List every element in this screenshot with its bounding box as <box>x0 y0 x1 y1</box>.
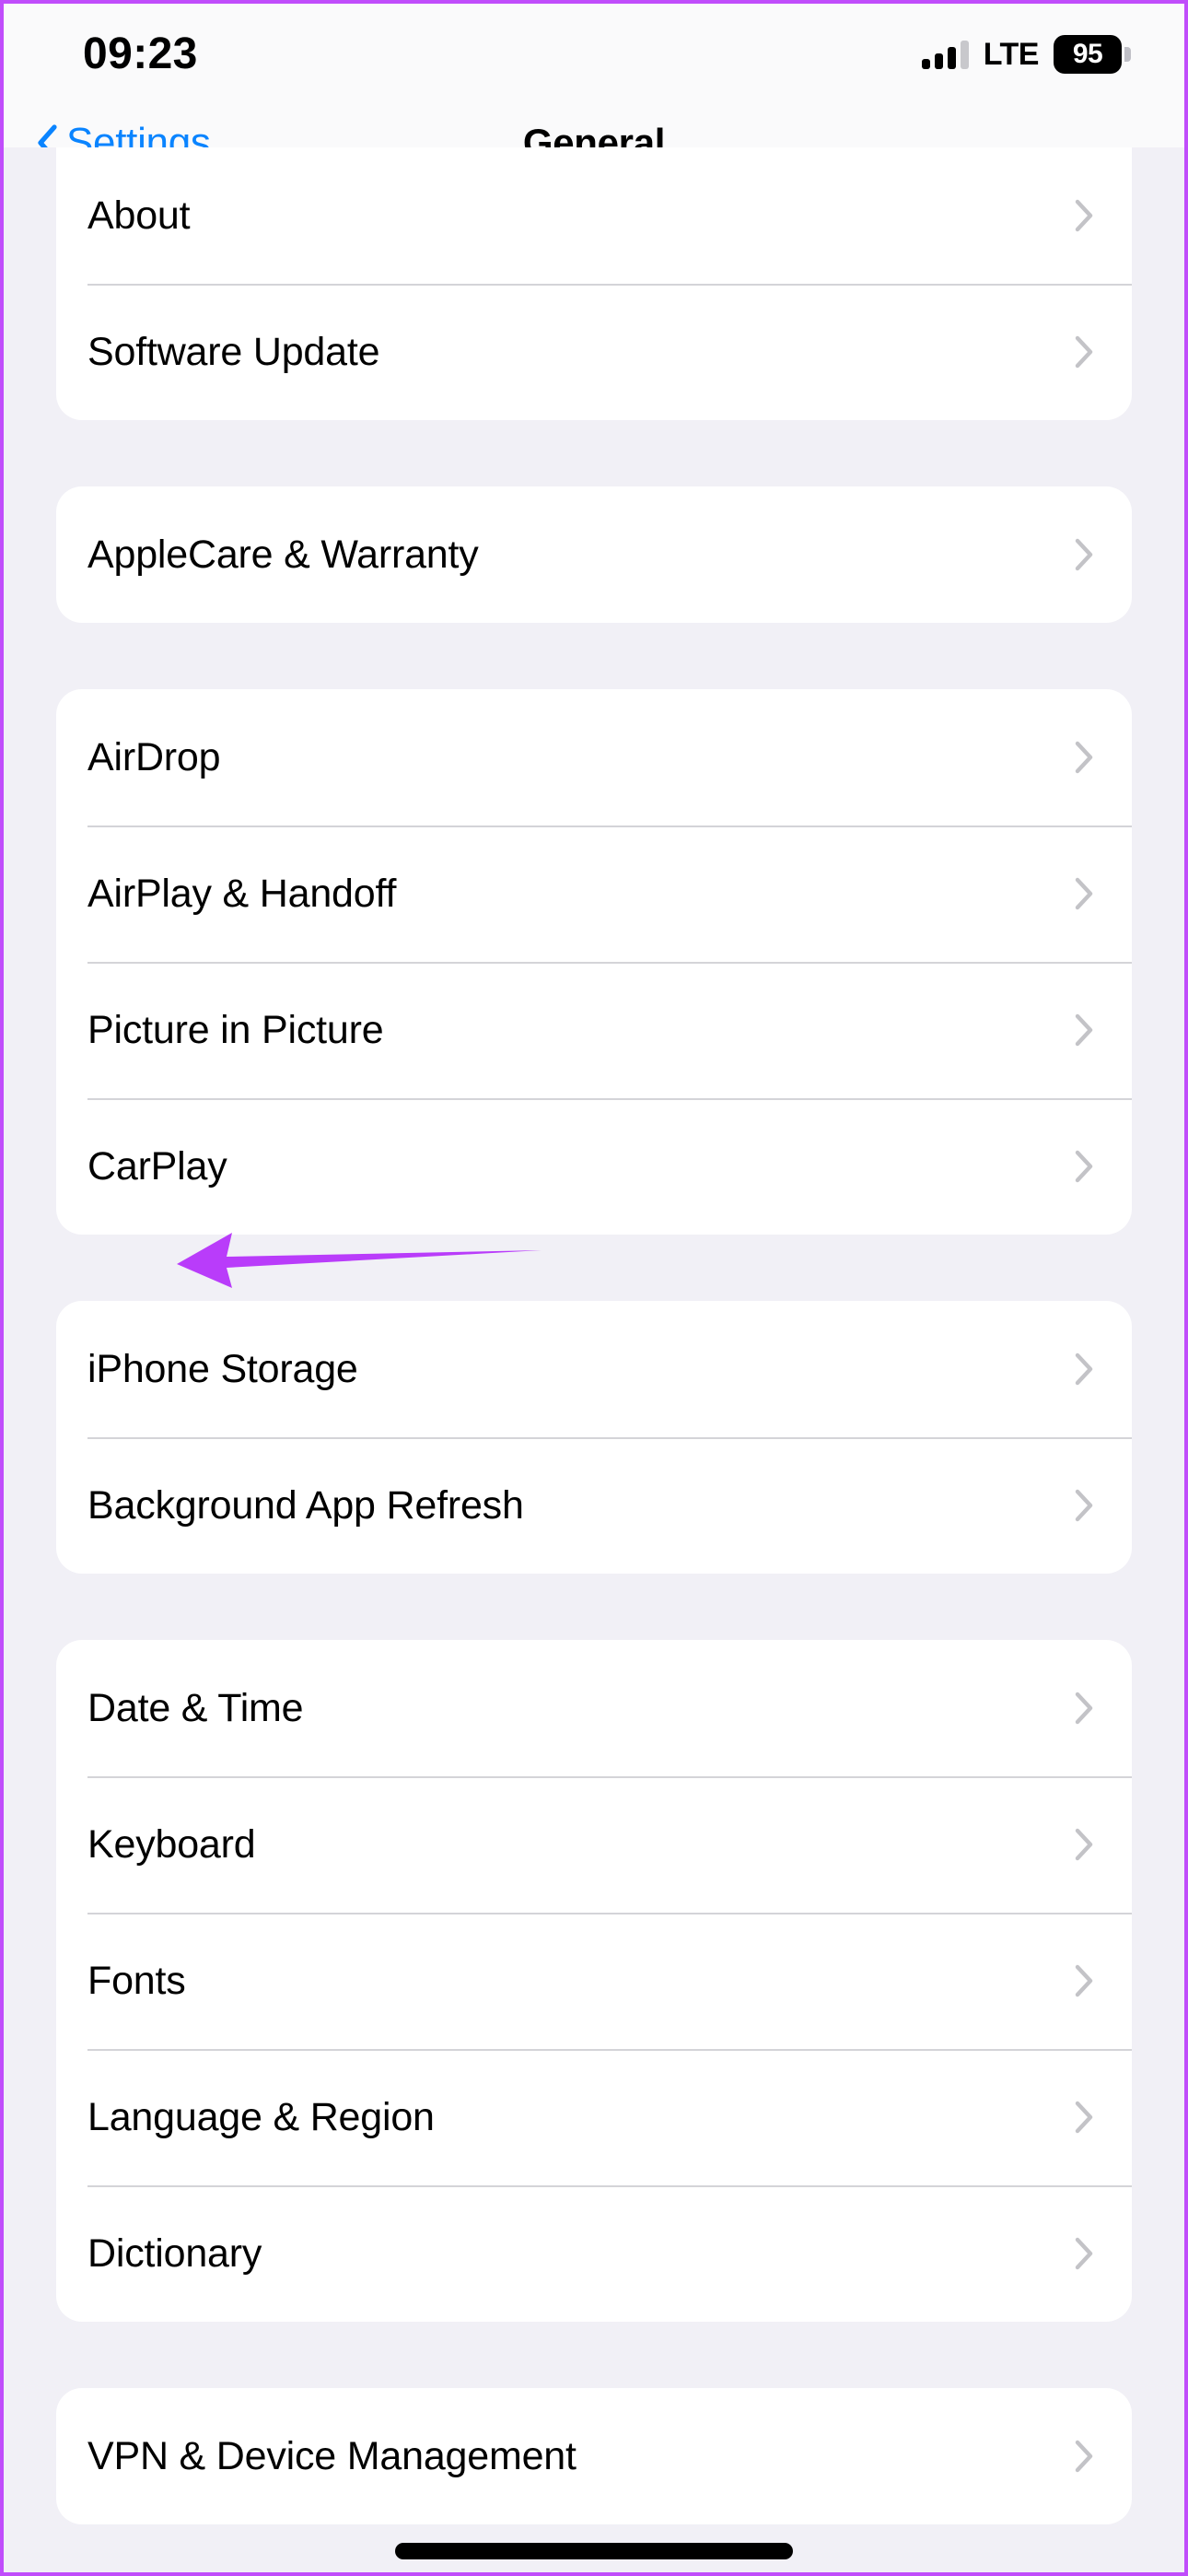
list-item-label: Keyboard <box>87 1821 256 1867</box>
chevron-right-icon <box>1075 2237 1093 2270</box>
list-item[interactable]: AppleCare & Warranty <box>56 486 1132 623</box>
chevron-right-icon <box>1075 538 1093 571</box>
settings-list[interactable]: About Software Update AppleCare & Warranty… <box>4 147 1184 2532</box>
home-indicator <box>395 2543 793 2559</box>
list-item-label: CarPlay <box>87 1143 227 1188</box>
list-item[interactable]: VPN & Device Management <box>56 2388 1132 2524</box>
list-item[interactable]: iPhone Storage <box>56 1301 1132 1437</box>
group-storage: iPhone Storage Background App Refresh <box>56 1301 1132 1574</box>
status-bar-time: 09:23 <box>83 29 198 78</box>
battery-percent-label: 95 <box>1072 39 1103 69</box>
list-item-label: Picture in Picture <box>87 1007 384 1052</box>
chevron-right-icon <box>1075 1489 1093 1522</box>
chevron-right-icon <box>1075 741 1093 774</box>
list-item-label: iPhone Storage <box>87 1346 358 1391</box>
chevron-right-icon <box>1075 335 1093 369</box>
list-item[interactable]: AirPlay & Handoff <box>56 825 1132 962</box>
chevron-right-icon <box>1075 877 1093 910</box>
cellular-signal-icon <box>921 40 969 69</box>
list-item-label: Date & Time <box>87 1685 304 1730</box>
list-item[interactable]: Dictionary <box>56 2185 1132 2322</box>
status-bar-indicators: LTE 95 <box>921 35 1131 74</box>
chevron-right-icon <box>1075 1013 1093 1047</box>
list-item[interactable]: Software Update <box>56 284 1132 420</box>
chevron-right-icon <box>1075 1964 1093 1997</box>
chevron-right-icon <box>1075 1692 1093 1725</box>
list-item-label: Dictionary <box>87 2231 262 2276</box>
list-item-label: AirDrop <box>87 734 221 779</box>
group-vpn: VPN & Device Management <box>56 2388 1132 2524</box>
list-item-label: Fonts <box>87 1958 186 2003</box>
chevron-right-icon <box>1075 1828 1093 1861</box>
list-item[interactable]: CarPlay <box>56 1098 1132 1235</box>
group-about: About Software Update <box>56 147 1132 420</box>
list-item-label: AirPlay & Handoff <box>87 871 397 916</box>
network-type-label: LTE <box>983 37 1040 72</box>
group-localization: Date & Time Keyboard Fonts Language & Regio… <box>56 1640 1132 2322</box>
list-item[interactable]: Language & Region <box>56 2049 1132 2185</box>
list-item[interactable]: Keyboard <box>56 1776 1132 1913</box>
chevron-right-icon <box>1075 1150 1093 1183</box>
iphone-screen: 09:23 LTE 95 Settings General About Softw… <box>0 0 1188 2576</box>
list-item[interactable]: Picture in Picture <box>56 962 1132 1098</box>
list-item-label: Background App Refresh <box>87 1482 524 1528</box>
group-connectivity: AirDrop AirPlay & Handoff Picture in Pictu… <box>56 689 1132 1235</box>
list-item-label: About <box>87 193 191 238</box>
chevron-right-icon <box>1075 2101 1093 2134</box>
list-item-label: AppleCare & Warranty <box>87 532 479 577</box>
status-bar: 09:23 LTE 95 <box>4 4 1184 100</box>
chevron-right-icon <box>1075 2440 1093 2473</box>
group-applecare: AppleCare & Warranty <box>56 486 1132 623</box>
list-item[interactable]: AirDrop <box>56 689 1132 825</box>
list-item[interactable]: About <box>56 147 1132 284</box>
list-item-label: Software Update <box>87 329 380 374</box>
battery-icon: 95 <box>1054 35 1131 74</box>
list-item[interactable]: Date & Time <box>56 1640 1132 1776</box>
chevron-right-icon <box>1075 1352 1093 1386</box>
battery-terminal <box>1124 47 1131 62</box>
chevron-right-icon <box>1075 199 1093 232</box>
list-item-label: VPN & Device Management <box>87 2433 577 2478</box>
list-item-label: Language & Region <box>87 2094 435 2139</box>
list-item[interactable]: Fonts <box>56 1913 1132 2049</box>
list-item[interactable]: Background App Refresh <box>56 1437 1132 1574</box>
